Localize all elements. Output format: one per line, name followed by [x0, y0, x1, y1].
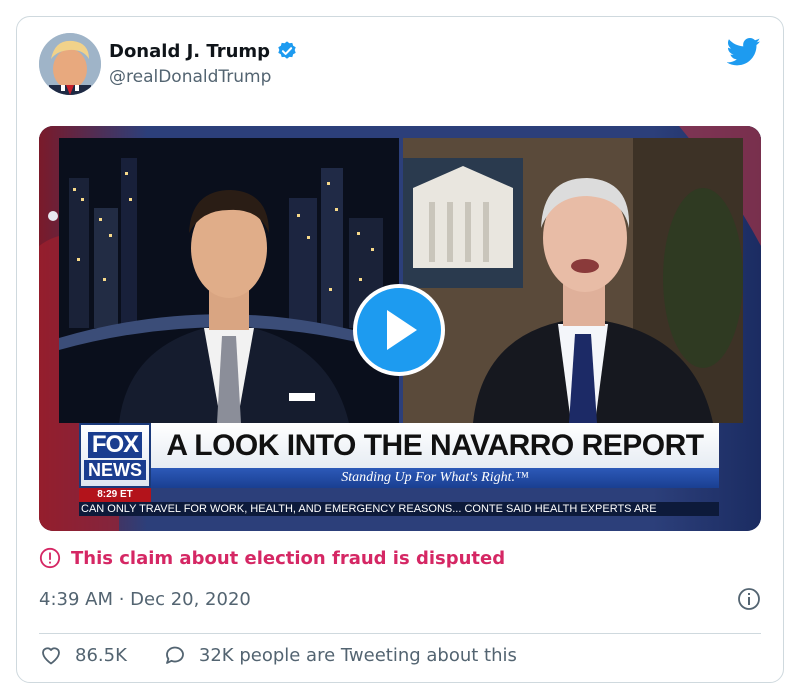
tweet-actions: 86.5K 32K people are Tweeting about this [39, 643, 517, 667]
timestamp-row: 4:39 AM · Dec 20, 2020 [39, 587, 761, 611]
play-icon [387, 310, 417, 350]
exclamation-circle-icon [39, 547, 61, 569]
subline-bar: Standing Up For What's Right.™ [151, 468, 719, 488]
broadcast-time: 8:29 ET [79, 488, 151, 502]
play-button[interactable] [353, 284, 445, 376]
video-thumbnail[interactable]: FOX NEWS 8:29 ET A LOOK INTO THE NAVARRO… [39, 126, 761, 531]
heart-icon [42, 647, 60, 665]
headline-bar: A LOOK INTO THE NAVARRO REPORT [151, 423, 719, 468]
tweet-card: Donald J. Trump @realDonaldTrump FOX NEW… [16, 16, 784, 683]
video-panel-host [59, 138, 399, 423]
speech-bubble-icon [165, 646, 184, 664]
author-handle[interactable]: @realDonaldTrump [109, 67, 298, 87]
network-logo: FOX NEWS [79, 423, 151, 488]
conversation-link[interactable]: 32K people are Tweeting about this [163, 643, 517, 667]
like-count: 86.5K [75, 644, 127, 666]
tweet-timestamp[interactable]: 4:39 AM · Dec 20, 2020 [39, 589, 251, 610]
divider [39, 633, 761, 634]
broadcast-subline: Standing Up For What's Right.™ [341, 470, 529, 485]
disputed-claim-text[interactable]: This claim about election fraud is dispu… [71, 548, 505, 569]
broadcast-headline: A LOOK INTO THE NAVARRO REPORT [166, 428, 704, 462]
avatar[interactable] [39, 33, 101, 95]
info-icon[interactable] [737, 587, 761, 611]
news-lower-third: FOX NEWS 8:29 ET A LOOK INTO THE NAVARRO… [79, 423, 719, 516]
author-name[interactable]: Donald J. Trump [109, 41, 270, 62]
network-logo-bottom: NEWS [84, 459, 146, 480]
verified-badge-icon [278, 41, 296, 59]
like-button[interactable]: 86.5K [39, 643, 127, 667]
author-block[interactable]: Donald J. Trump @realDonaldTrump [109, 40, 298, 87]
conversation-text: 32K people are Tweeting about this [198, 644, 517, 666]
network-logo-top: FOX [87, 431, 143, 458]
ticker-bar: CAN ONLY TRAVEL FOR WORK, HEALTH, AND EM… [79, 502, 719, 516]
disputed-claim-notice[interactable]: This claim about election fraud is dispu… [39, 547, 505, 569]
twitter-bird-icon[interactable] [727, 37, 761, 67]
broadcast-ticker: CAN ONLY TRAVEL FOR WORK, HEALTH, AND EM… [81, 503, 657, 515]
video-panel-guest [403, 138, 743, 423]
name-row: Donald J. Trump [109, 40, 298, 62]
